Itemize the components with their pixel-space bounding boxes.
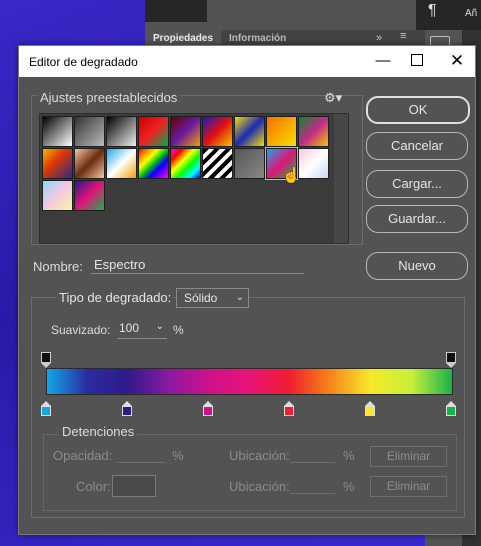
color-stop[interactable] bbox=[446, 401, 456, 416]
gradient-type-value: Sólido bbox=[184, 291, 218, 305]
close-icon[interactable]: ✕ bbox=[442, 50, 472, 72]
color-location-input[interactable] bbox=[291, 478, 335, 494]
preset-swatch[interactable] bbox=[74, 116, 105, 147]
stops-label: Detenciones bbox=[59, 424, 138, 439]
dialog-title: Editor de degradado bbox=[29, 55, 138, 69]
preset-swatch[interactable] bbox=[234, 148, 265, 179]
color-stop[interactable] bbox=[122, 401, 132, 416]
preset-swatch[interactable] bbox=[138, 116, 169, 147]
preset-swatch[interactable] bbox=[266, 116, 297, 147]
cancel-button[interactable]: Cancelar bbox=[366, 132, 468, 160]
new-button[interactable]: Nuevo bbox=[366, 252, 468, 280]
preset-swatch-grid bbox=[39, 113, 349, 244]
delete-color-stop-button[interactable]: Eliminar bbox=[370, 476, 447, 497]
color-stop[interactable] bbox=[203, 401, 213, 416]
gradient-type-select[interactable]: Sólido ⌄ bbox=[176, 288, 249, 308]
smoothness-value: 100 bbox=[119, 321, 140, 335]
smoothness-label: Suavizado: bbox=[51, 323, 111, 337]
color-stop[interactable] bbox=[365, 401, 375, 416]
paragraph-icon[interactable]: ¶ bbox=[428, 2, 437, 20]
color-stop[interactable] bbox=[41, 401, 51, 416]
minimize-icon[interactable]: — bbox=[368, 50, 398, 72]
preset-swatch[interactable] bbox=[170, 148, 201, 179]
gradient-editor-dialog: Editor de degradado — ✕ Ajustes preestab… bbox=[18, 45, 476, 535]
chevron-down-icon[interactable]: ⌄ bbox=[156, 321, 164, 332]
maximize-icon[interactable] bbox=[402, 50, 432, 72]
chevron-down-icon: ⌄ bbox=[235, 292, 244, 303]
color-location-unit: % bbox=[343, 479, 355, 494]
opacity-stop[interactable] bbox=[446, 352, 456, 363]
opacity-location-unit: % bbox=[343, 448, 355, 463]
preset-swatch[interactable] bbox=[234, 116, 265, 147]
presets-label: Ajustes preestablecidos bbox=[37, 90, 181, 105]
preset-swatch[interactable] bbox=[138, 148, 169, 179]
opacity-input[interactable] bbox=[117, 447, 165, 463]
dialog-titlebar[interactable]: Editor de degradado — ✕ bbox=[19, 46, 475, 77]
presets-scrollbar[interactable] bbox=[334, 114, 348, 243]
preset-swatch[interactable] bbox=[170, 116, 201, 147]
smoothness-unit: % bbox=[173, 323, 184, 337]
preset-swatch[interactable] bbox=[106, 116, 137, 147]
preset-swatch[interactable] bbox=[74, 180, 105, 211]
color-location-label: Ubicación: bbox=[229, 479, 290, 494]
gradient-type-label: Tipo de degradado: bbox=[56, 290, 175, 305]
name-label: Nombre: bbox=[33, 259, 83, 274]
preset-swatch[interactable] bbox=[298, 148, 329, 179]
preset-swatch[interactable] bbox=[42, 180, 73, 211]
preset-swatch[interactable] bbox=[202, 148, 233, 179]
stop-color-swatch[interactable] bbox=[112, 475, 156, 497]
panel-menu-icon[interactable]: ≡ bbox=[400, 30, 406, 42]
preset-swatch[interactable] bbox=[202, 116, 233, 147]
preset-swatch[interactable] bbox=[298, 116, 329, 147]
delete-opacity-stop-button[interactable]: Eliminar bbox=[370, 446, 447, 467]
opacity-stop[interactable] bbox=[41, 352, 51, 363]
color-label: Color: bbox=[76, 479, 111, 494]
opacity-label: Opacidad: bbox=[53, 448, 113, 463]
gradient-preview-bar[interactable] bbox=[46, 368, 453, 395]
hand-cursor-icon: ☝ bbox=[282, 167, 301, 184]
color-stop[interactable] bbox=[284, 401, 294, 416]
save-button[interactable]: Guardar... bbox=[366, 205, 468, 233]
load-button[interactable]: Cargar... bbox=[366, 170, 468, 198]
preset-swatch[interactable] bbox=[42, 116, 73, 147]
opacity-location-label: Ubicación: bbox=[229, 448, 290, 463]
background-partial-text: Añ bbox=[465, 8, 478, 19]
smoothness-input[interactable]: 100 ⌄ bbox=[117, 321, 167, 339]
opacity-location-input[interactable] bbox=[291, 447, 335, 463]
preset-swatch[interactable] bbox=[106, 148, 137, 179]
name-input[interactable]: Espectro bbox=[91, 257, 304, 274]
gear-icon[interactable]: ⚙▾ bbox=[324, 90, 342, 106]
background-dark-block bbox=[145, 0, 207, 22]
preset-swatch[interactable] bbox=[74, 148, 105, 179]
ok-button[interactable]: OK bbox=[366, 96, 470, 124]
preset-swatch[interactable] bbox=[42, 148, 73, 179]
opacity-unit: % bbox=[172, 448, 184, 463]
collapse-icon[interactable]: » bbox=[376, 32, 382, 44]
